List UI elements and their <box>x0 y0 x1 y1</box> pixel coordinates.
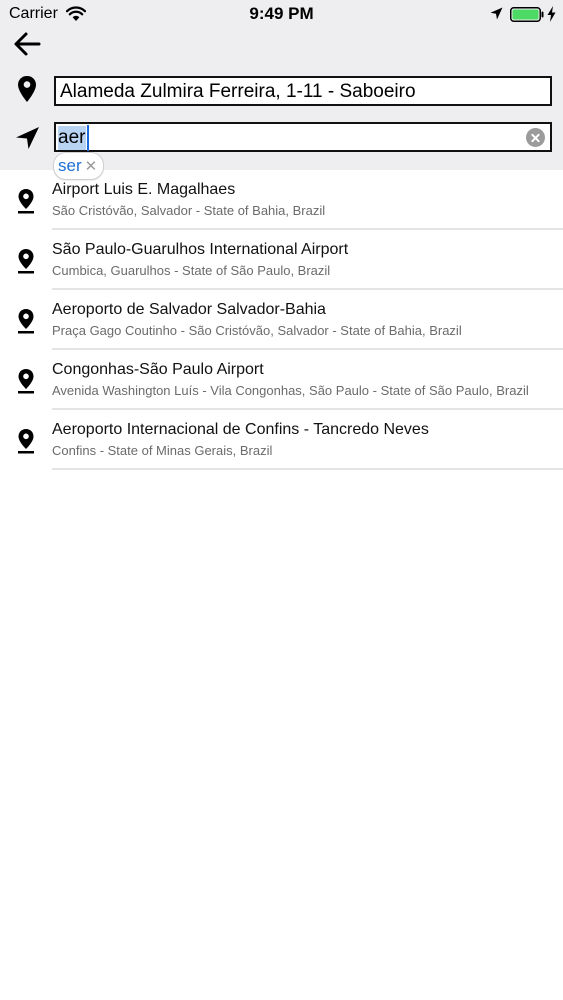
result-pin-icon <box>18 189 34 214</box>
result-title: Airport Luis E. Magalhaes <box>52 181 236 198</box>
row-divider <box>52 468 563 470</box>
result-pin-icon <box>18 369 34 394</box>
result-pin-icon <box>18 249 34 274</box>
result-title: Aeroporto Internacional de Confins - Tan… <box>52 421 429 438</box>
screen: Carrier 9:49 PM Alameda Zulmira Ferreira… <box>0 0 563 1000</box>
result-title: Congonhas-São Paulo Airport <box>52 361 264 378</box>
header: Carrier 9:49 PM Alameda Zulmira Ferreira… <box>0 0 563 180</box>
result-row[interactable]: Aeroporto de Salvador Salvador-Bahia Pra… <box>0 290 563 350</box>
result-row[interactable]: São Paulo-Guarulhos International Airpor… <box>0 230 563 290</box>
result-subtitle: São Cristóvão, Salvador - State of Bahia… <box>52 203 326 218</box>
clear-icon[interactable] <box>526 128 545 147</box>
status-bar: Carrier 9:49 PM <box>0 0 563 30</box>
destination-value: aer <box>58 126 87 150</box>
results-list: Airport Luis E. Magalhaes São Cristóvão,… <box>0 170 563 470</box>
result-row[interactable]: Airport Luis E. Magalhaes São Cristóvão,… <box>0 170 563 230</box>
destination-field[interactable]: aer <box>54 122 552 152</box>
map-pin-icon <box>18 76 36 102</box>
result-row[interactable]: Congonhas-São Paulo Airport Avenida Wash… <box>0 350 563 410</box>
status-time: 9:49 PM <box>249 4 314 23</box>
charging-bolt-icon <box>547 6 556 22</box>
result-title: Aeroporto de Salvador Salvador-Bahia <box>52 301 326 318</box>
result-title: São Paulo-Guarulhos International Airpor… <box>52 241 349 258</box>
result-row[interactable]: Aeroporto Internacional de Confins - Tan… <box>0 410 563 470</box>
result-pin-icon <box>18 429 34 454</box>
location-services-icon <box>490 7 503 20</box>
result-subtitle: Avenida Washington Luís - Vila Congonhas… <box>52 383 529 398</box>
result-subtitle: Cumbica, Guarulhos - State of São Paulo,… <box>52 263 331 278</box>
result-subtitle: Praça Gago Coutinho - São Cristóvão, Sal… <box>52 323 462 338</box>
result-subtitle: Confins - State of Minas Gerais, Brazil <box>52 443 273 458</box>
origin-value: Alameda Zulmira Ferreira, 1-11 - Saboeir… <box>60 81 416 102</box>
navigation-arrow-icon <box>16 127 39 149</box>
origin-field[interactable]: Alameda Zulmira Ferreira, 1-11 - Saboeir… <box>54 76 552 106</box>
back-arrow-icon[interactable] <box>12 30 44 58</box>
text-caret <box>87 125 89 151</box>
result-pin-icon <box>18 309 34 334</box>
battery-icon <box>510 7 544 22</box>
